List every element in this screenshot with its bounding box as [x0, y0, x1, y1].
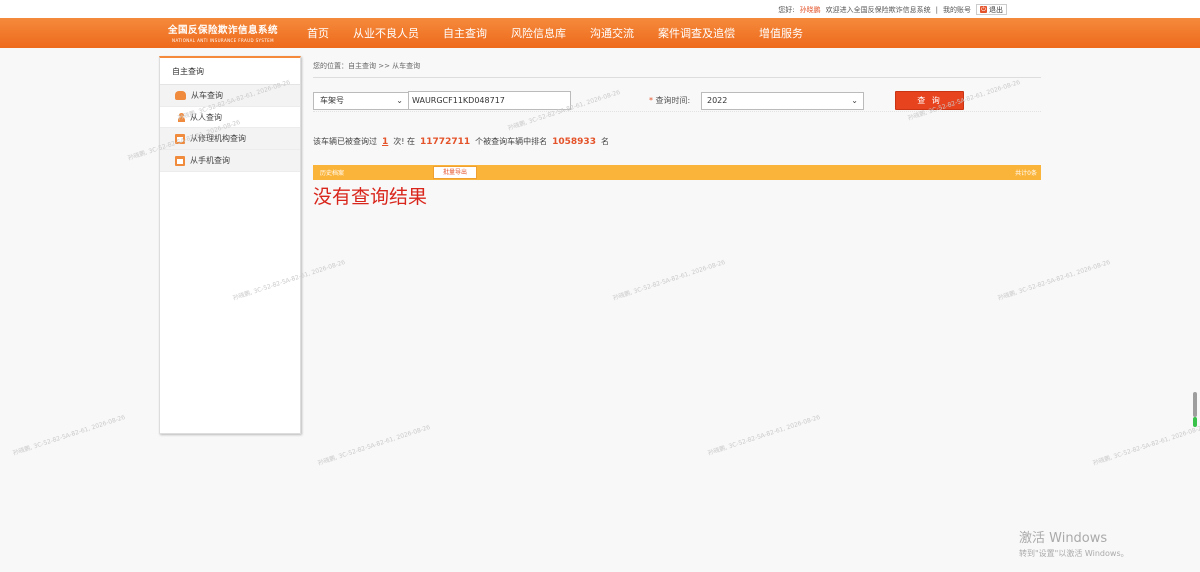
greeting-text: 您好:: [778, 5, 795, 14]
query-type-value: 车架号: [320, 96, 344, 105]
sidebar-item-label: 从手机查询: [190, 156, 230, 165]
sidebar-item-phone-query[interactable]: 从手机查询: [160, 150, 300, 172]
required-marker: *: [649, 96, 653, 105]
windows-activation-notice: 激活 Windows 转到"设置"以激活 Windows。: [1019, 527, 1129, 559]
scrollbar-indicator: [1193, 417, 1197, 427]
nav-item-communication[interactable]: 沟通交流: [590, 25, 634, 41]
separator: |: [935, 5, 938, 14]
query-stats: 该车辆已被查询过 1 次! 在 11772711 个被查询车辆中排名 10589…: [313, 136, 609, 147]
watermark-text: 孙晓鹏, 3C-52-82-5A-82-61, 2026-08-26: [707, 413, 822, 457]
batch-export-button[interactable]: 批量导出: [433, 166, 477, 179]
nav-item-value-added[interactable]: 增值服务: [759, 25, 803, 41]
phone-icon: [175, 155, 185, 166]
query-times-link[interactable]: 1: [382, 137, 388, 147]
watermark-text: 孙晓鹏, 3C-52-82-5A-82-61, 2026-08-26: [1092, 423, 1200, 467]
query-time-label: * 查询时间:: [649, 95, 690, 106]
nav-item-self-query[interactable]: 自主查询: [443, 25, 487, 41]
stats-suffix: 名: [600, 137, 609, 146]
history-tab[interactable]: 历史档案: [320, 168, 344, 177]
breadcrumb: 您的位置：自主查询 >> 从车查询: [313, 61, 1041, 78]
nav-item-home[interactable]: 首页: [307, 25, 329, 41]
top-strip: 您好: 孙晓鹏 欢迎进入全国反保险欺诈信息系统 | 我的账号 ⏻ 退出: [0, 0, 1200, 18]
chevron-down-icon: ⌄: [396, 96, 403, 105]
site-logo[interactable]: 全国反保险欺诈信息系统 NATIONAL ANTI INSURANCE FRAU…: [168, 22, 278, 43]
query-year-value: 2022: [707, 96, 728, 105]
total-vehicles: 11772711: [420, 137, 471, 147]
logo-subtitle: NATIONAL ANTI INSURANCE FRAUD SYSTEM: [172, 38, 274, 43]
logout-icon: ⏻: [980, 6, 987, 13]
stats-prefix: 该车辆已被查询过: [313, 137, 377, 146]
nav-item-risk-db[interactable]: 风险信息库: [511, 25, 566, 41]
query-time-text: 查询时间:: [655, 96, 691, 105]
vin-input[interactable]: WAURGCF11KD048717: [408, 91, 571, 110]
scrollbar-thumb[interactable]: [1193, 392, 1197, 417]
logo-title: 全国反保险欺诈信息系统: [168, 25, 279, 36]
result-count: 共计0条: [1015, 170, 1037, 177]
welcome-text: 欢迎进入全国反保险欺诈信息系统: [825, 5, 931, 14]
nav-menu: 首页 从业不良人员 自主查询 风险信息库 沟通交流 案件调查及追偿 增值服务: [307, 18, 827, 48]
watermark-text: 孙晓鹏, 3C-52-82-5A-82-61, 2026-08-26: [12, 413, 127, 457]
watermark-text: 孙晓鹏, 3C-52-82-5A-82-61, 2026-08-26: [317, 423, 432, 467]
watermark-text: 孙晓鹏, 3C-52-82-5A-82-61, 2026-08-26: [997, 258, 1112, 302]
vehicle-rank: 1058933: [552, 137, 596, 147]
query-type-select[interactable]: 车架号 ⌄: [313, 92, 409, 110]
logout-button[interactable]: ⏻ 退出: [976, 4, 1007, 15]
my-account-link[interactable]: 我的账号: [943, 5, 971, 15]
no-result-message: 没有查询结果: [313, 186, 428, 208]
query-year-select[interactable]: 2022 ⌄: [701, 92, 864, 110]
windows-activation-subtitle: 转到"设置"以激活 Windows。: [1019, 549, 1129, 558]
logout-label: 退出: [989, 5, 1003, 14]
stats-mid2: 个被查询车辆中排名: [475, 137, 548, 146]
main-navbar: 全国反保险欺诈信息系统 NATIONAL ANTI INSURANCE FRAU…: [0, 18, 1200, 48]
nav-item-bad-practitioners[interactable]: 从业不良人员: [353, 25, 419, 41]
chevron-down-icon: ⌄: [851, 96, 858, 105]
windows-activation-title: 激活 Windows: [1019, 531, 1108, 546]
watermark-text: 孙晓鹏, 3C-52-82-5A-82-61, 2026-08-26: [612, 258, 727, 302]
username-link[interactable]: 孙晓鹏: [800, 5, 821, 15]
result-header-bar: 历史档案 批量导出 共计0条: [313, 165, 1041, 180]
scrollbar[interactable]: [1193, 392, 1197, 427]
user-info: 您好: 孙晓鹏 欢迎进入全国反保险欺诈信息系统 | 我的账号 ⏻ 退出: [778, 4, 1007, 15]
stats-mid1: 次! 在: [393, 137, 416, 146]
nav-item-case-investigation[interactable]: 案件调查及追偿: [658, 25, 735, 41]
car-icon: [175, 91, 186, 100]
